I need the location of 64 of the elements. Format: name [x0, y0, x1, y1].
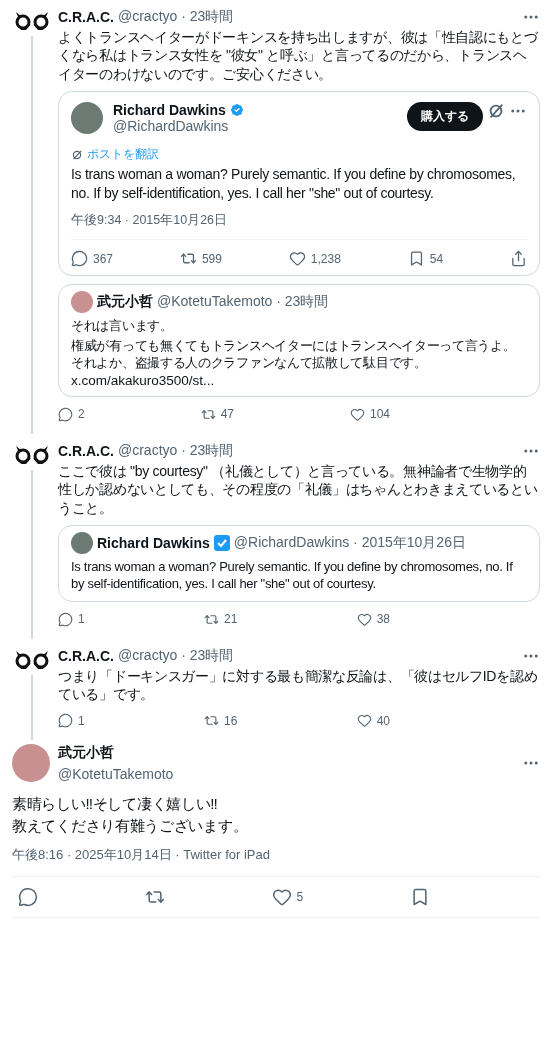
author-name: Richard Dawkins	[97, 535, 210, 552]
reply-count: 1	[78, 612, 85, 627]
reply-icon[interactable]	[18, 887, 38, 908]
post-text-line: それは言います。	[71, 317, 174, 335]
like-count: 104	[369, 407, 390, 422]
reply-count: 1	[78, 713, 85, 728]
photo-placeholder	[71, 102, 103, 135]
quoted-post-card[interactable]: 武元小哲 @KotetuTakemoto · 23時間 それは言います。 権威が有っても無くてもトランスヘイターにはトランスヘイターって言うよ。それよか、盗撮する人のクラファンなんて拡散して駄目です。 x.com/akakuro3500/st...	[58, 284, 540, 397]
like-count: 1,238	[310, 251, 341, 266]
post-text-line: 権威が有っても無くてもトランスヘイターにはトランスヘイターって言うよ。それよか、盗撮する人のクラファンなんて拡散して駄目です。	[71, 336, 517, 371]
post-meta: 午後8:16 · 2025年10月14日 · Twitter for iPad	[12, 846, 271, 865]
like-count: 5	[296, 890, 304, 905]
reply-count: 2	[78, 407, 85, 422]
repost-count: 21	[224, 612, 238, 627]
post-text-line: 教えてくださり有難うございます。	[12, 816, 249, 837]
post-text-line: 素晴らしい‼そして凄く嬉しい‼	[12, 794, 219, 815]
author-handle: @RichardDawkins	[113, 118, 230, 135]
post-text-line: Is trans woman a woman? Purely semantic. If you define by chromosomes, no. If by self-identification, yes. I call her "she" out of courtesy.	[71, 558, 514, 593]
like-icon[interactable]	[288, 250, 306, 268]
post-text: つまり「ドーキンスガー」に対する最も簡潔な反論は、「彼はセルフIDを認めている」です。	[58, 666, 539, 704]
author-name: 武元小哲	[58, 744, 115, 763]
quoted-post-card[interactable]: Richard Dawkins @RichardDawkins · 2015年10月26日 Is trans woman a woman? Purely semantic. If you define by chromosomes, no. If by self-identification, yes. I call her "she" out of courtesy.	[58, 525, 540, 602]
translate-icon[interactable]	[487, 102, 505, 121]
reply-icon[interactable]	[58, 611, 73, 627]
like-icon[interactable]	[356, 713, 372, 729]
author-name: C.R.A.C.	[58, 647, 114, 664]
repost-count: 47	[220, 407, 234, 422]
author-handle: @cractyo · 23時間	[118, 8, 234, 26]
repost-count: 16	[224, 713, 238, 728]
like-icon[interactable]	[271, 887, 292, 908]
verified-badge-icon	[228, 102, 245, 119]
translate-icon[interactable]	[71, 148, 83, 161]
author-name: C.R.A.C.	[58, 9, 114, 25]
bookmark-icon[interactable]	[410, 887, 430, 908]
like-icon[interactable]	[356, 611, 372, 627]
reply-icon[interactable]	[58, 406, 73, 422]
author-name: 武元小哲	[97, 293, 153, 312]
bookmark-count: 54	[429, 251, 444, 266]
author-handle: @KotetuTakemoto · 23時間	[157, 293, 329, 312]
author-handle: @RichardDawkins · 2015年10月26日	[233, 534, 466, 553]
avatar	[71, 291, 93, 314]
repost-count: 599	[201, 251, 222, 266]
reply-icon[interactable]	[71, 250, 88, 268]
post-link[interactable]: x.com/akakuro3500/st...	[71, 372, 527, 388]
post-text: よくトランスヘイターがドーキンスを持ち出しますが、彼は「性自認にもとづくなら私はトランス女性を "彼女" と呼ぶ」と言ってるのだから、トランスヘイターのわけないのです。ご安心ください。	[58, 28, 539, 84]
post-timestamp: 午後9:34 · 2015年10月26日	[71, 212, 229, 230]
author-name: Richard Dawkins	[113, 102, 226, 119]
author-name: C.R.A.C.	[58, 442, 114, 459]
avatar	[12, 744, 50, 783]
buy-button[interactable]: 購入する	[407, 102, 483, 132]
author-handle: @KotetuTakemoto	[58, 766, 174, 783]
author-handle: @cractyo · 23時間	[118, 646, 234, 665]
post-text: Is trans woman a woman? Purely semantic. If you define by chromosomes, no. If by self-identification, yes. I call her "she" out of courtesy.	[71, 165, 517, 203]
embedded-post-card[interactable]	[58, 91, 540, 277]
like-count: 38	[376, 612, 390, 627]
like-icon[interactable]	[349, 406, 365, 422]
verified-badge-icon	[213, 535, 230, 552]
reply-count: 367	[93, 251, 114, 266]
like-count: 40	[376, 713, 390, 728]
photo-placeholder	[71, 532, 93, 555]
share-icon[interactable]	[509, 250, 527, 268]
reply-icon[interactable]	[58, 713, 73, 729]
post-text: ここで彼は "by courtesy" （礼儀として）と言っている。無神論者で生物学的性しか認めないとしても、その程度の「礼儀」はちゃんとわきまえているということ。	[58, 461, 539, 518]
author-handle: @cractyo · 23時間	[118, 441, 234, 460]
